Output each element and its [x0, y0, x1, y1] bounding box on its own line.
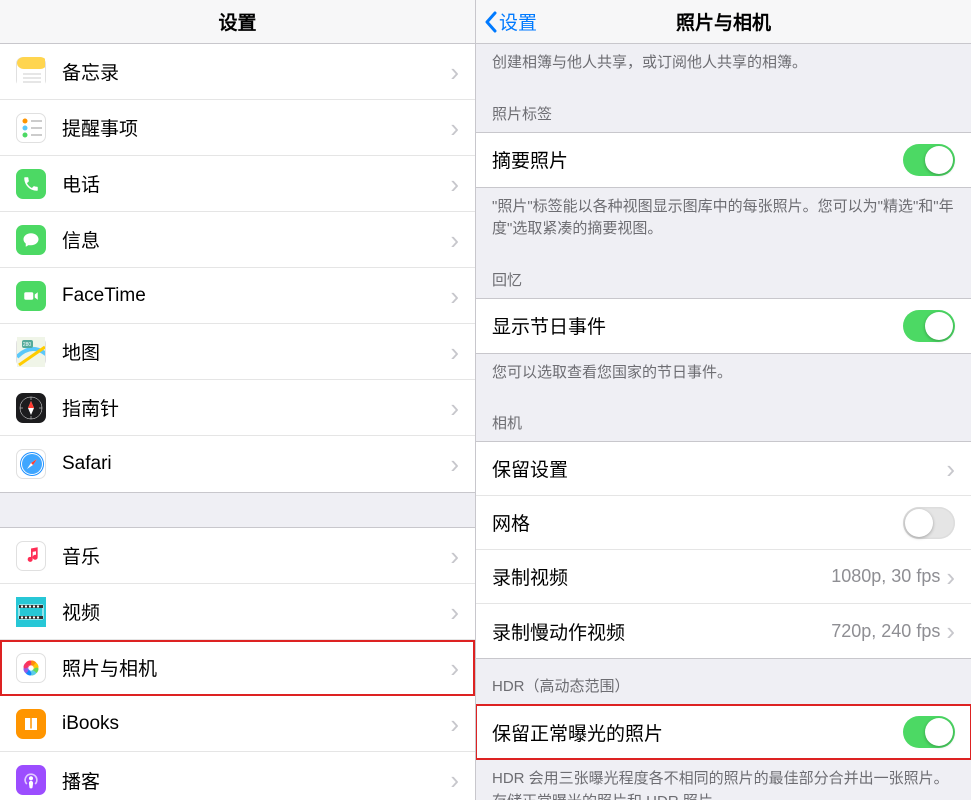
- safari-icon: [16, 449, 46, 479]
- section-header: 照片标签: [476, 87, 971, 132]
- section-footer: "照片"标签能以各种视图显示图库中的每张照片。您可以为"精选"和"年度"选取紧凑…: [476, 188, 971, 253]
- music-icon: [16, 541, 46, 571]
- setting-row[interactable]: 录制慢动作视频720p, 240 fps›: [476, 604, 971, 658]
- chevron-right-icon: ›: [450, 451, 459, 477]
- settings-pane: 设置 备忘录›提醒事项›电话›信息›FaceTime›280地图›指南针›Saf…: [0, 0, 476, 800]
- row-detail: 1080p, 30 fps: [831, 566, 946, 587]
- setting-row[interactable]: 保留正常曝光的照片: [476, 705, 971, 759]
- row-label: Safari: [62, 453, 450, 475]
- row-label: 录制慢动作视频: [492, 618, 831, 645]
- ibooks-icon: [16, 709, 46, 739]
- back-label: 设置: [499, 8, 537, 35]
- chevron-right-icon: ›: [946, 564, 955, 590]
- row-label: 提醒事项: [62, 114, 450, 141]
- setting-row[interactable]: 保留设置›: [476, 442, 971, 496]
- settings-row-reminders[interactable]: 提醒事项›: [0, 100, 475, 156]
- row-detail: 720p, 240 fps: [831, 621, 946, 642]
- row-label: 录制视频: [492, 563, 831, 590]
- compass-icon: [16, 393, 46, 423]
- section-footer: 创建相簿与他人共享，或订阅他人共享的相簿。: [476, 44, 971, 87]
- chevron-right-icon: ›: [946, 456, 955, 482]
- row-label: 显示节日事件: [492, 312, 903, 339]
- videos-icon: [16, 597, 46, 627]
- chevron-left-icon: [484, 11, 497, 33]
- chevron-right-icon: ›: [946, 618, 955, 644]
- chevron-right-icon: ›: [450, 599, 459, 625]
- notes-icon: [16, 57, 46, 87]
- row-label: 信息: [62, 226, 450, 253]
- settings-row-messages[interactable]: 信息›: [0, 212, 475, 268]
- setting-row[interactable]: 录制视频1080p, 30 fps›: [476, 550, 971, 604]
- setting-row[interactable]: 摘要照片: [476, 133, 971, 187]
- section-header: HDR（高动态范围）: [476, 659, 971, 704]
- row-label: 地图: [62, 338, 450, 365]
- right-nav: 设置 照片与相机: [476, 0, 971, 44]
- row-label: 摘要照片: [492, 146, 903, 173]
- row-label: 播客: [62, 767, 450, 794]
- settings-row-ibooks[interactable]: iBooks›: [0, 696, 475, 752]
- settings-row-facetime[interactable]: FaceTime›: [0, 268, 475, 324]
- settings-list[interactable]: 备忘录›提醒事项›电话›信息›FaceTime›280地图›指南针›Safari…: [0, 44, 475, 800]
- settings-row-music[interactable]: 音乐›: [0, 528, 475, 584]
- section-footer: HDR 会用三张曝光程度各不相同的照片的最佳部分合并出一张照片。存储正常曝光的照…: [476, 760, 971, 800]
- reminders-icon: [16, 113, 46, 143]
- section-footer: 您可以选取查看您国家的节日事件。: [476, 354, 971, 397]
- settings-row-compass[interactable]: 指南针›: [0, 380, 475, 436]
- row-label: 照片与相机: [62, 654, 450, 681]
- toggle-switch[interactable]: [903, 310, 955, 342]
- chevron-right-icon: ›: [450, 115, 459, 141]
- chevron-right-icon: ›: [450, 395, 459, 421]
- row-label: 网格: [492, 509, 903, 536]
- left-nav: 设置: [0, 0, 475, 44]
- setting-row[interactable]: 网格: [476, 496, 971, 550]
- toggle-switch[interactable]: [903, 716, 955, 748]
- facetime-icon: [16, 281, 46, 311]
- row-label: iBooks: [62, 713, 450, 735]
- row-label: 电话: [62, 170, 450, 197]
- row-label: 保留设置: [492, 455, 946, 482]
- chevron-right-icon: ›: [450, 711, 459, 737]
- chevron-right-icon: ›: [450, 59, 459, 85]
- section-header: 相机: [476, 396, 971, 441]
- settings-row-podcasts[interactable]: 播客›: [0, 752, 475, 800]
- settings-row-photos-camera[interactable]: 照片与相机›: [0, 640, 475, 696]
- chevron-right-icon: ›: [450, 543, 459, 569]
- toggle-switch[interactable]: [903, 144, 955, 176]
- row-label: FaceTime: [62, 285, 450, 307]
- row-label: 音乐: [62, 542, 450, 569]
- page-title: 设置: [218, 8, 256, 35]
- chevron-right-icon: ›: [450, 767, 459, 793]
- section-header: 回忆: [476, 253, 971, 298]
- chevron-right-icon: ›: [450, 655, 459, 681]
- settings-row-videos[interactable]: 视频›: [0, 584, 475, 640]
- row-label: 备忘录: [62, 58, 450, 85]
- settings-row-maps[interactable]: 280 地图›: [0, 324, 475, 380]
- page-title: 照片与相机: [676, 8, 771, 35]
- settings-row-notes[interactable]: 备忘录›: [0, 44, 475, 100]
- chevron-right-icon: ›: [450, 283, 459, 309]
- phone-icon: [16, 169, 46, 199]
- chevron-right-icon: ›: [450, 171, 459, 197]
- podcasts-icon: [16, 765, 46, 795]
- photos-icon: [16, 653, 46, 683]
- toggle-switch[interactable]: [903, 507, 955, 539]
- back-button[interactable]: 设置: [484, 8, 537, 35]
- row-label: 指南针: [62, 394, 450, 421]
- photos-camera-pane: 设置 照片与相机 创建相簿与他人共享，或订阅他人共享的相簿。照片标签摘要照片 "照…: [476, 0, 971, 800]
- svg-text:280: 280: [23, 342, 32, 348]
- maps-icon: 280: [16, 337, 46, 367]
- messages-icon: [16, 225, 46, 255]
- section-separator: [0, 492, 475, 528]
- chevron-right-icon: ›: [450, 227, 459, 253]
- chevron-right-icon: ›: [450, 339, 459, 365]
- setting-row[interactable]: 显示节日事件: [476, 299, 971, 353]
- photos-camera-content[interactable]: 创建相簿与他人共享，或订阅他人共享的相簿。照片标签摘要照片 "照片"标签能以各种视…: [476, 44, 971, 800]
- settings-row-phone[interactable]: 电话›: [0, 156, 475, 212]
- row-label: 保留正常曝光的照片: [492, 719, 903, 746]
- settings-row-safari[interactable]: Safari›: [0, 436, 475, 492]
- row-label: 视频: [62, 598, 450, 625]
